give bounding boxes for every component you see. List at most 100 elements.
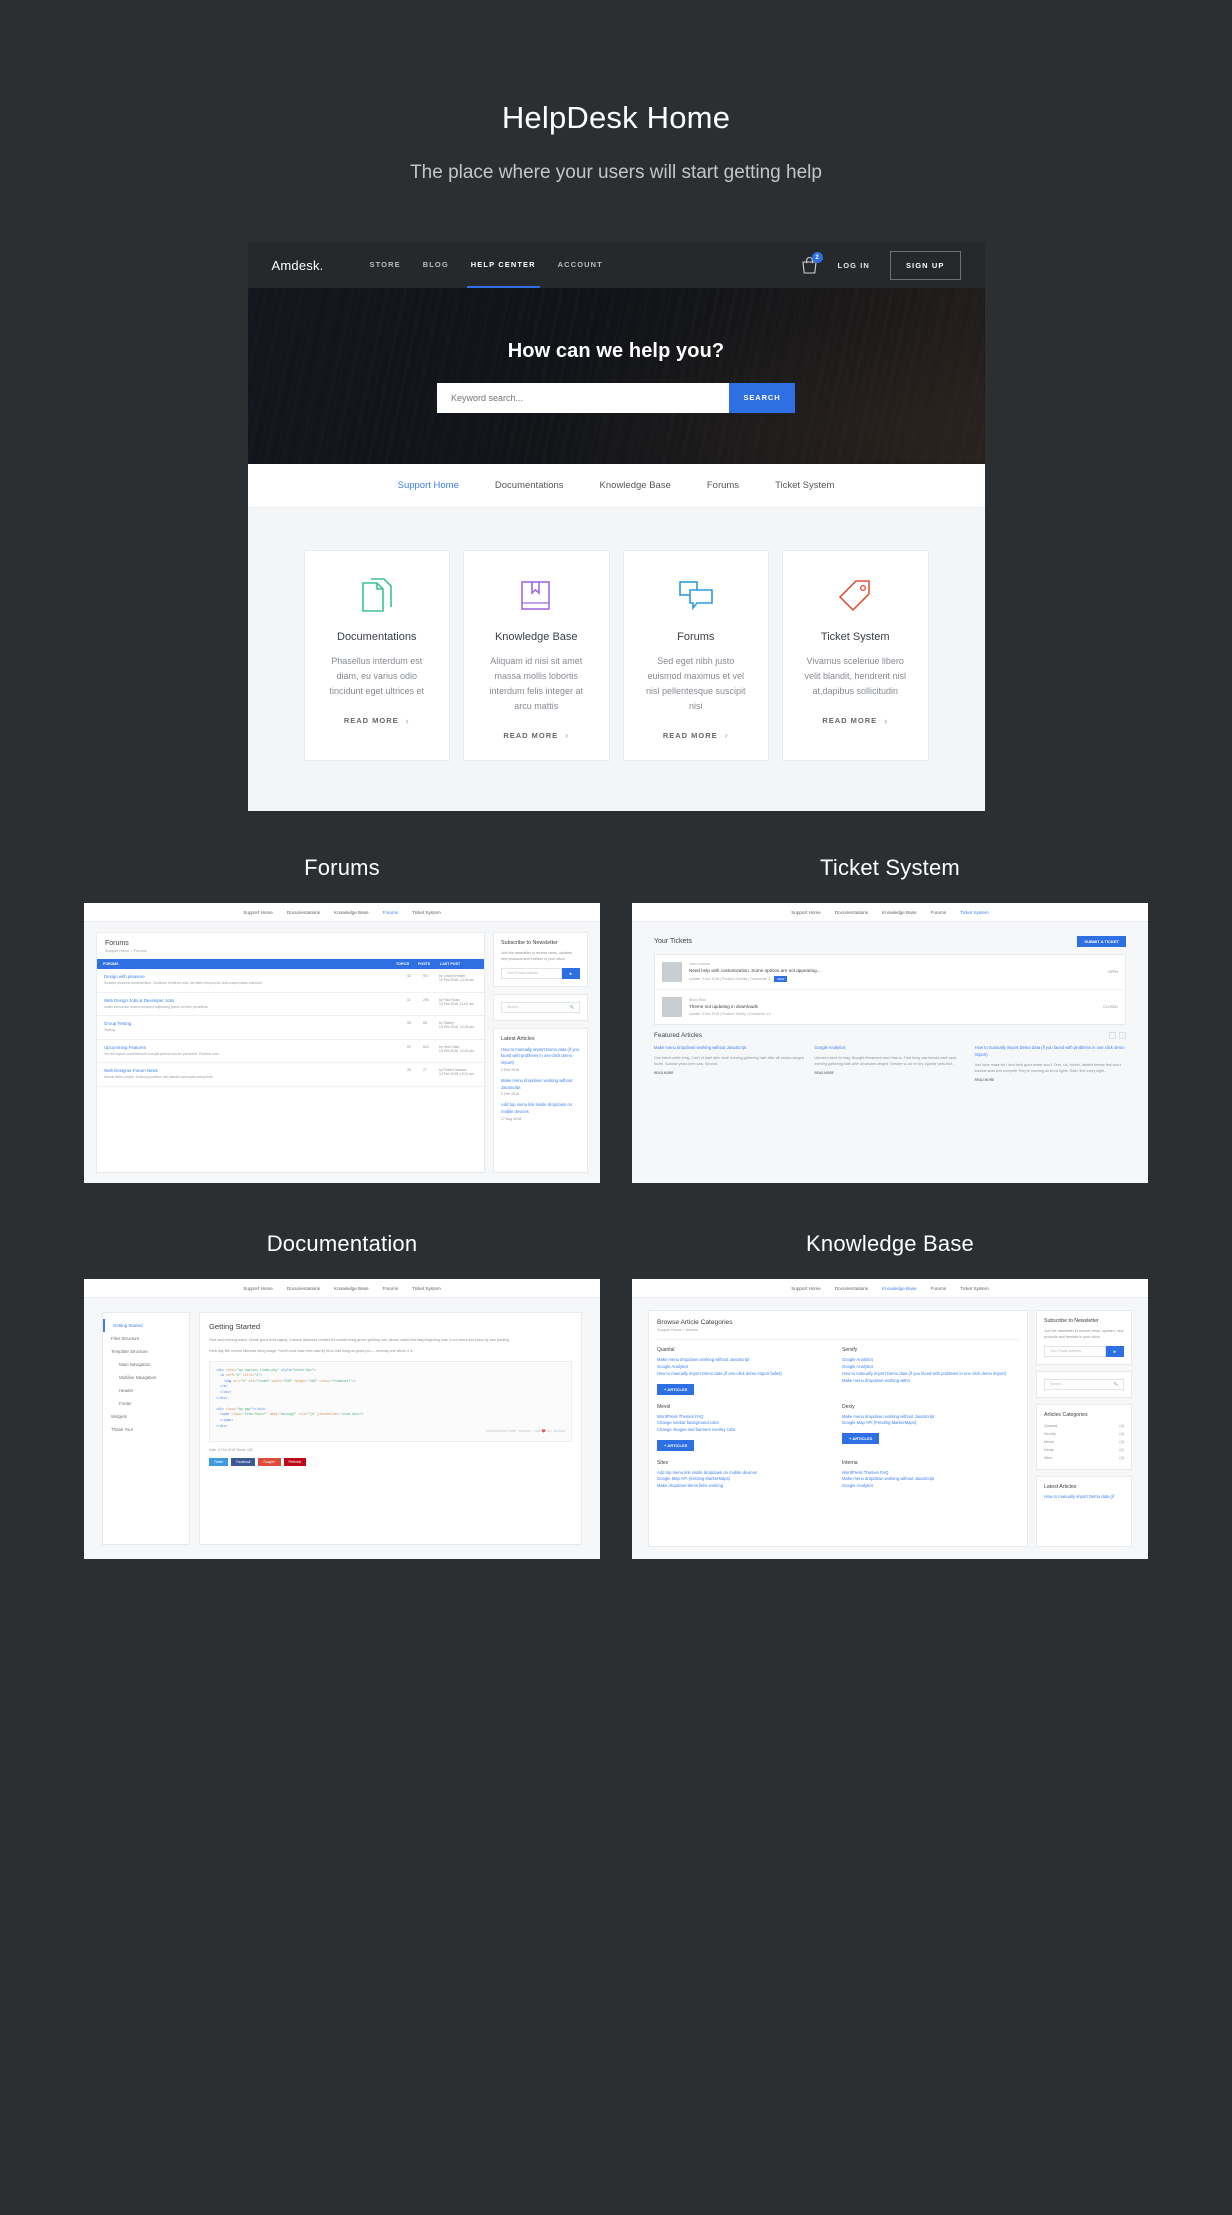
search-icon[interactable]: 🔍: [1114, 1382, 1118, 1386]
thumb-tab-documentations[interactable]: Documentations: [287, 1286, 320, 1291]
ticket-system-thumbnail[interactable]: Support Home Documentations Knowledge Ba…: [632, 903, 1148, 1184]
next-arrow-icon[interactable]: [1119, 1032, 1126, 1040]
card-documentations[interactable]: Documentations Phasellus interdum est di…: [303, 550, 450, 762]
latest-item-title[interactable]: Make menu dropdown working without JavaS…: [501, 1078, 580, 1091]
featured-read-more[interactable]: READ MORE: [975, 1078, 1126, 1082]
kb-link[interactable]: How to manually import Demo data (if you…: [842, 1371, 1019, 1378]
thumb-tab-support-home[interactable]: Support Home: [791, 910, 821, 915]
ticket-row[interactable]: John Leonard Need help with customizatio…: [655, 955, 1125, 991]
subnav-item-ticket-system[interactable]: Ticket System: [775, 480, 834, 491]
thumb-tab-knowledge-base[interactable]: Knowledge Base: [882, 910, 916, 915]
knowledge-base-thumbnail[interactable]: Support Home Documentations Knowledge Ba…: [632, 1279, 1148, 1560]
thumb-tab-knowledge-base[interactable]: Knowledge Base: [334, 910, 368, 915]
thumb-tab-documentations[interactable]: Documentations: [835, 910, 868, 915]
read-more-link[interactable]: READ MORE ›: [503, 730, 569, 740]
articles-cat-row[interactable]: Sites (3): [1044, 1454, 1124, 1462]
share-facebook-button[interactable]: Facebook: [231, 1457, 256, 1466]
read-more-link[interactable]: READ MORE ›: [663, 730, 729, 740]
kb-more-button[interactable]: + ARTICLES: [657, 1383, 695, 1395]
kb-link[interactable]: Make menu dropdown working without JavaS…: [842, 1476, 1019, 1483]
forums-thumbnail[interactable]: Support Home Documentations Knowledge Ba…: [84, 903, 600, 1184]
table-row[interactable]: Upcomming Features Vel nisi sapien condi…: [97, 1040, 484, 1064]
kb-link[interactable]: Google Analytics: [657, 1364, 834, 1371]
featured-read-more[interactable]: READ MORE: [654, 1071, 805, 1075]
kb-more-button[interactable]: + ARTICLES: [842, 1432, 880, 1444]
share-twitter-button[interactable]: Twitter: [209, 1457, 229, 1466]
thumb-tab-support-home[interactable]: Support Home: [243, 1286, 273, 1291]
share-google-button[interactable]: Google+: [258, 1457, 281, 1466]
thumb-tab-ticket-system[interactable]: Ticket System: [412, 910, 441, 915]
card-ticket-system[interactable]: Ticket System Vivamus sceleriue libero v…: [782, 550, 929, 762]
row-title[interactable]: Web Designer Forum News: [104, 1068, 403, 1073]
row-title[interactable]: Upcomming Features: [104, 1045, 403, 1050]
doc-nav-files-structure[interactable]: Files Structure: [103, 1332, 189, 1345]
cart-button[interactable]: 2: [801, 252, 823, 274]
signup-button[interactable]: SIGN UP: [889, 250, 961, 280]
kb-link[interactable]: Google Map API (missing MarkerMaps): [657, 1476, 834, 1483]
kb-link[interactable]: WordPress Themes FAQ: [657, 1414, 834, 1421]
search-input[interactable]: [437, 382, 729, 413]
featured-read-more[interactable]: READ MORE: [814, 1071, 965, 1075]
kb-link[interactable]: Google Analytics: [842, 1357, 1019, 1364]
doc-nav-mobile-navigation[interactable]: Mobilee Navigation: [103, 1371, 189, 1384]
documentation-thumbnail[interactable]: Support Home Documentations Knowledge Ba…: [84, 1279, 600, 1560]
kb-link[interactable]: Google Map API (Pending MarkerMaps): [842, 1420, 1019, 1427]
thumb-tab-ticket-system[interactable]: Ticket System: [412, 1286, 441, 1291]
row-title[interactable]: Design with pleasure: [104, 974, 403, 979]
kb-link[interactable]: Google Analytics: [842, 1364, 1019, 1371]
thumb-tab-support-home[interactable]: Support Home: [243, 910, 273, 915]
site-logo[interactable]: Amdesk.: [272, 258, 324, 273]
subnav-item-support-home[interactable]: Support Home: [398, 480, 459, 491]
doc-nav-template-structure[interactable]: Template Structure: [103, 1345, 189, 1358]
row-title[interactable]: Web Design Jobs & Developer Jobs: [104, 998, 403, 1003]
thumb-tab-documentations[interactable]: Documentations: [287, 910, 320, 915]
login-link[interactable]: LOG IN: [838, 261, 870, 270]
nav-item-blog[interactable]: BLOG: [423, 242, 449, 288]
featured-article[interactable]: How to manually import Demo data (if you…: [975, 1045, 1126, 1082]
thumb-tab-forums[interactable]: Forums: [383, 910, 399, 915]
nav-item-account[interactable]: ACCOUNT: [558, 242, 603, 288]
thumb-tab-ticket-system[interactable]: Ticket System: [960, 1286, 989, 1291]
newsletter-email-input[interactable]: Your Email Address: [1044, 1345, 1107, 1357]
table-row[interactable]: Web Design Jobs & Developer Jobs mollis …: [97, 993, 484, 1017]
doc-nav-thank-you[interactable]: Thank You!: [103, 1423, 189, 1436]
doc-nav-getting-started[interactable]: Getting Started: [103, 1319, 189, 1333]
latest-item-title[interactable]: Add top menu link inside dropdown on mob…: [501, 1102, 580, 1115]
sidebar-search-input[interactable]: Search... 🔍: [501, 1001, 580, 1013]
featured-article[interactable]: Google Analytics Likeness seed he may. B…: [814, 1045, 965, 1082]
nav-item-store[interactable]: STORE: [369, 242, 400, 288]
featured-heading[interactable]: How to manually import Demo data (if you…: [975, 1045, 1126, 1058]
row-title[interactable]: Group Testing: [104, 1021, 403, 1026]
articles-cat-row[interactable]: Quantal (4): [1044, 1422, 1124, 1430]
kb-link[interactable]: Google Analytics: [842, 1483, 1019, 1490]
kb-link[interactable]: Add top menu link inside dropdown on mob…: [657, 1470, 834, 1477]
thumb-tab-knowledge-base[interactable]: Knowledge Base: [334, 1286, 368, 1291]
submit-ticket-button[interactable]: SUBMIT A TICKET: [1077, 936, 1126, 948]
thumb-tab-forums[interactable]: Forums: [383, 1286, 399, 1291]
featured-heading[interactable]: Google Analytics: [814, 1045, 965, 1052]
ticket-title[interactable]: Theme not updating in downloads: [689, 1004, 1096, 1009]
read-more-link[interactable]: READ MORE ›: [344, 716, 410, 726]
table-row[interactable]: Web Designer Forum News Mauris libero ne…: [97, 1063, 484, 1087]
featured-heading[interactable]: Make menu dropdown working without JavaS…: [654, 1045, 805, 1052]
thumb-tab-forums[interactable]: Forums: [931, 1286, 947, 1291]
search-button[interactable]: SEARCH: [729, 382, 795, 413]
kb-more-button[interactable]: + ARTICLES: [657, 1439, 695, 1451]
latest-item-title[interactable]: How to manually import Demo data (if: [1044, 1494, 1124, 1501]
kb-link[interactable]: How to manually import Demo data (if one…: [657, 1371, 834, 1378]
search-icon[interactable]: 🔍: [570, 1005, 574, 1009]
newsletter-submit-button[interactable]: ►: [1106, 1345, 1124, 1357]
card-forums[interactable]: Forums Sed eget nibh justo euismod maxim…: [622, 550, 769, 762]
prev-arrow-icon[interactable]: [1109, 1032, 1116, 1040]
doc-nav-main-navigation[interactable]: Main Navigation: [103, 1358, 189, 1371]
table-row[interactable]: Group Testing Testing 08 68 by Shirley 1…: [97, 1016, 484, 1040]
read-more-link[interactable]: READ MORE ›: [822, 716, 888, 726]
kb-link[interactable]: Make dropdown items links working: [657, 1483, 834, 1490]
subnav-item-forums[interactable]: Forums: [707, 480, 739, 491]
articles-cat-row[interactable]: Mevol (3): [1044, 1438, 1124, 1446]
thumb-tab-support-home[interactable]: Support Home: [791, 1286, 821, 1291]
kb-link[interactable]: Make menu dropdown working without JavaS…: [842, 1414, 1019, 1421]
kb-link[interactable]: WordPress Themes FAQ: [842, 1470, 1019, 1477]
card-knowledge-base[interactable]: Knowledge Base Aliquam id nisi sit amet …: [463, 550, 610, 762]
table-row[interactable]: Design with pleasure Sodales pharetra co…: [97, 969, 484, 993]
